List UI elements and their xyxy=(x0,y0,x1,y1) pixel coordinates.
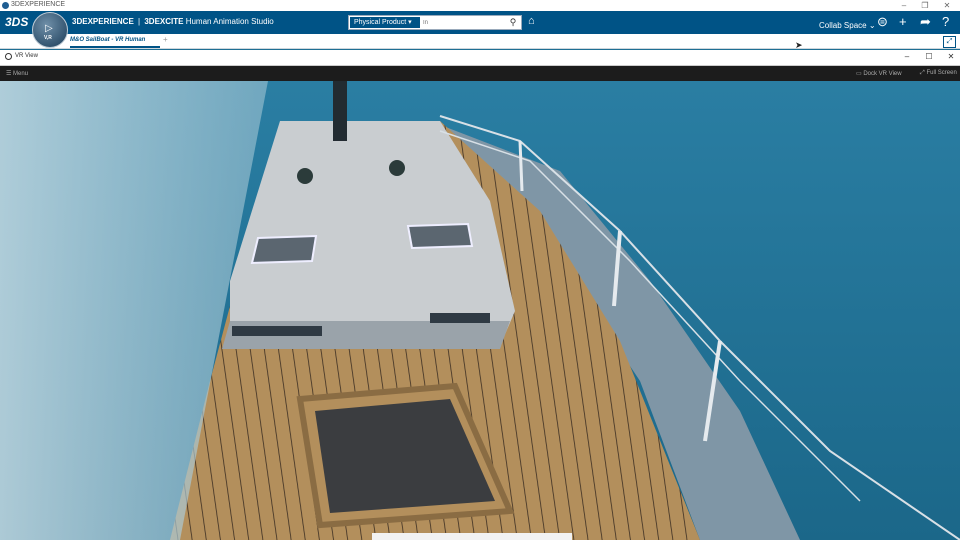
brand-platform: 3DEXPERIENCE xyxy=(72,17,134,26)
vr-menu-label: Menu xyxy=(13,71,29,77)
cabin-window-right xyxy=(430,313,490,323)
vr-view-titlebar: VR View – ☐ ✕ xyxy=(0,50,960,66)
share-icon[interactable]: ➦ xyxy=(920,15,931,29)
search-scope-dropdown[interactable]: Physical Product ▾ xyxy=(350,17,420,28)
restore-icon[interactable]: ❐ xyxy=(914,0,936,11)
dock-label: Dock VR View xyxy=(863,71,902,77)
vr-menu-button[interactable]: ☰ Menu xyxy=(6,70,28,77)
full-screen-label: Full Screen xyxy=(926,70,957,76)
add-tab-button[interactable]: + xyxy=(163,35,168,44)
brand: 3DEXPERIENCE | 3DEXCITE Human Animation … xyxy=(72,17,274,26)
stanchion-1 xyxy=(518,140,524,192)
top-bar: 3DS 3DEXPERIENCE | 3DEXCITE Human Animat… xyxy=(0,11,960,34)
vr-close-icon[interactable]: ✕ xyxy=(941,51,960,63)
ds-logo-icon[interactable]: 3DS xyxy=(5,14,28,31)
vr-menu-bar: ☰ Menu ▭ Dock VR View ⤢ Full Screen xyxy=(0,66,960,81)
search-scope-label: Physical Product xyxy=(354,19,407,26)
collab-space-label: Collab Space xyxy=(819,21,867,30)
app-icon xyxy=(2,2,9,9)
full-screen-button[interactable]: ⤢ Full Screen xyxy=(920,70,957,77)
vr-maximize-icon[interactable]: ☐ xyxy=(919,51,939,63)
roof-hatch-left xyxy=(250,234,318,265)
vr-scene-viewport[interactable] xyxy=(0,81,960,540)
help-icon[interactable]: ? xyxy=(942,15,949,29)
vr-view-title: VR View xyxy=(15,53,38,59)
winch-left xyxy=(297,168,313,184)
tab-bar: M&O SailBoat - VR Human + ⤢ xyxy=(0,34,960,49)
os-window-title: 3DEXPERIENCE xyxy=(11,1,66,8)
search-icon[interactable]: ⚲ xyxy=(507,16,519,29)
compass-vr-label: V,R xyxy=(44,35,52,41)
tag-icon[interactable]: ⌂ xyxy=(528,15,535,27)
vr-minimize-icon[interactable]: – xyxy=(897,51,917,63)
os-title-bar: 3DEXPERIENCE – ❐ ✕ xyxy=(0,0,960,11)
sailboat-scene xyxy=(0,81,960,540)
dock-vr-view-button[interactable]: ▭ Dock VR View xyxy=(856,70,902,77)
close-icon[interactable]: ✕ xyxy=(936,0,958,11)
window-icon xyxy=(5,53,12,60)
add-icon[interactable]: + xyxy=(899,15,907,29)
brand-app: 3DEXCITE xyxy=(144,17,184,26)
roof-hatch-right xyxy=(406,222,474,250)
bottom-toolbar xyxy=(372,533,572,540)
vr-view-window: VR View – ☐ ✕ ☰ Menu ▭ Dock VR View ⤢ Fu… xyxy=(0,50,960,540)
mast xyxy=(333,81,347,141)
search-bar: Physical Product ▾ ⚲ xyxy=(348,15,522,30)
brand-separator: | xyxy=(138,17,141,26)
winch-right xyxy=(389,160,405,176)
brand-title: Human Animation Studio xyxy=(185,17,274,26)
cabin-window-left xyxy=(232,326,322,336)
collab-space-dropdown[interactable]: Collab Space ⌄ xyxy=(819,21,876,30)
minimize-icon[interactable]: – xyxy=(893,0,915,11)
compass-icon[interactable]: ▷ V,R xyxy=(32,12,68,48)
user-icon[interactable]: ⊜ xyxy=(877,15,888,29)
expand-icon[interactable]: ⤢ xyxy=(943,36,956,48)
tab-sailboat[interactable]: M&O SailBoat - VR Human xyxy=(70,35,160,48)
play-icon: ▷ xyxy=(45,23,53,34)
search-input[interactable] xyxy=(423,17,505,28)
